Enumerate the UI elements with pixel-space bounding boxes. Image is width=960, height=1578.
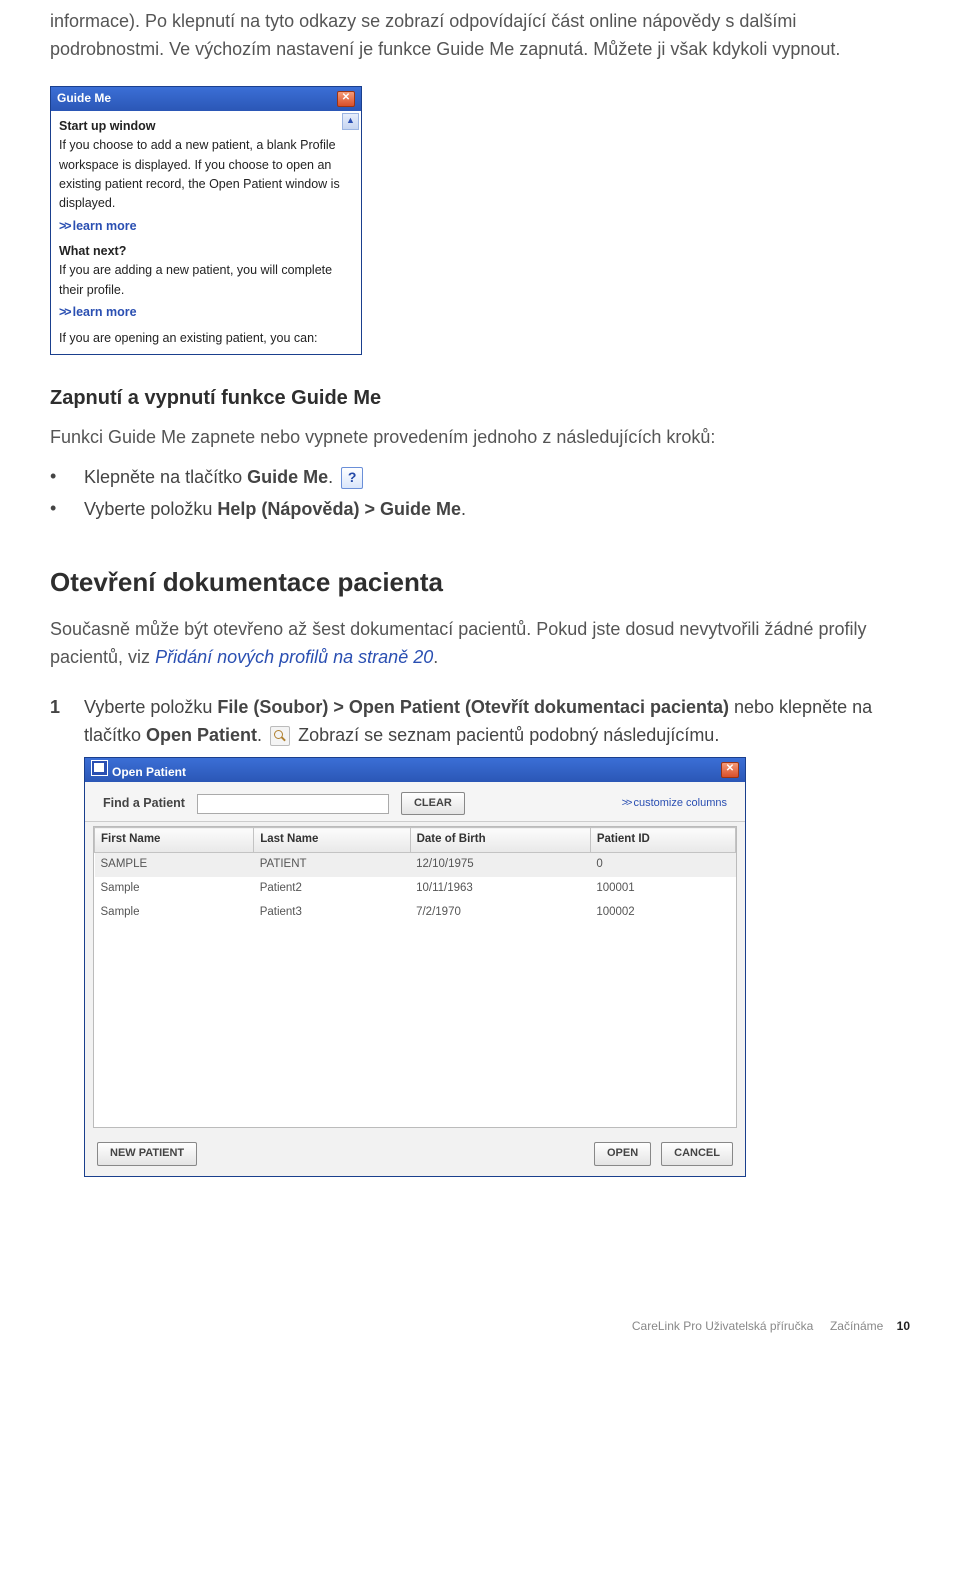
guide-me-window: Guide Me ✕ ▲ Start up window If you choo…	[50, 86, 362, 355]
guide-me-titlebar: Guide Me ✕	[51, 87, 361, 111]
guide-heading-2: What next?	[59, 242, 353, 261]
scroll-up-icon[interactable]: ▲	[342, 113, 359, 130]
clear-button[interactable]: CLEAR	[401, 792, 465, 815]
open-button[interactable]: OPEN	[594, 1142, 651, 1165]
open-patient-intro: Současně může být otevřeno až šest dokum…	[50, 616, 910, 672]
footer-page-number: 10	[897, 1319, 910, 1333]
table-row[interactable]: Sample Patient2 10/11/1963 100001	[95, 877, 736, 901]
customize-columns-link[interactable]: >>customize columns	[622, 795, 727, 812]
col-last-name[interactable]: Last Name	[254, 828, 410, 853]
col-first-name[interactable]: First Name	[95, 828, 254, 853]
guide-me-title: Guide Me	[57, 89, 111, 108]
close-icon[interactable]: ✕	[721, 762, 739, 778]
bullet-item: • Klepněte na tlačítko Guide Me. ?	[50, 464, 910, 492]
cancel-button[interactable]: CANCEL	[661, 1142, 733, 1165]
find-patient-input[interactable]	[197, 794, 389, 814]
step-1: 1 Vyberte položku File (Soubor) > Open P…	[50, 694, 910, 1177]
toggle-intro: Funkci Guide Me zapnete nebo vypnete pro…	[50, 424, 910, 452]
search-icon[interactable]	[270, 726, 290, 746]
guide-me-body: ▲ Start up window If you choose to add a…	[51, 111, 361, 354]
table-row[interactable]: SAMPLE PATIENT 12/10/1975 0	[95, 853, 736, 877]
open-patient-title: Open Patient	[112, 765, 186, 779]
col-patient-id[interactable]: Patient ID	[590, 828, 735, 853]
question-icon[interactable]: ?	[341, 467, 363, 489]
open-patient-titlebar: Open Patient ✕	[85, 758, 745, 782]
guide-body-3: If you are opening an existing patient, …	[59, 329, 353, 348]
heading-open-patient-doc: Otevření dokumentace pacienta	[50, 562, 910, 602]
guide-body-1: If you choose to add a new patient, a bl…	[59, 136, 353, 214]
app-icon	[91, 760, 108, 776]
new-patient-button[interactable]: NEW PATIENT	[97, 1142, 197, 1165]
guide-body-2: If you are adding a new patient, you wil…	[59, 261, 353, 300]
col-dob[interactable]: Date of Birth	[410, 828, 590, 853]
patient-table: First Name Last Name Date of Birth Patie…	[93, 826, 737, 1128]
learn-more-link[interactable]: >>learn more	[59, 303, 353, 322]
bullet-item: • Vyberte položku Help (Nápověda) > Guid…	[50, 496, 910, 524]
intro-paragraph: informace). Po klepnutí na tyto odkazy s…	[50, 8, 910, 64]
learn-more-link[interactable]: >>learn more	[59, 217, 353, 236]
heading-toggle-guide: Zapnutí a vypnutí funkce Guide Me	[50, 383, 910, 414]
footer-doc-title: CareLink Pro Uživatelská příručka	[632, 1319, 813, 1333]
footer-section: Začínáme	[830, 1319, 883, 1333]
open-patient-window: Open Patient ✕ Find a Patient CLEAR >>cu…	[84, 757, 746, 1176]
table-row[interactable]: Sample Patient3 7/2/1970 100002	[95, 901, 736, 925]
xref-link[interactable]: Přidání nových profilů na straně 20	[155, 647, 433, 667]
guide-heading-1: Start up window	[59, 117, 353, 136]
find-patient-label: Find a Patient	[103, 794, 185, 813]
step-number: 1	[50, 694, 84, 1177]
page-footer: CareLink Pro Uživatelská příručka Začíná…	[50, 1317, 910, 1336]
close-icon[interactable]: ✕	[337, 91, 355, 107]
